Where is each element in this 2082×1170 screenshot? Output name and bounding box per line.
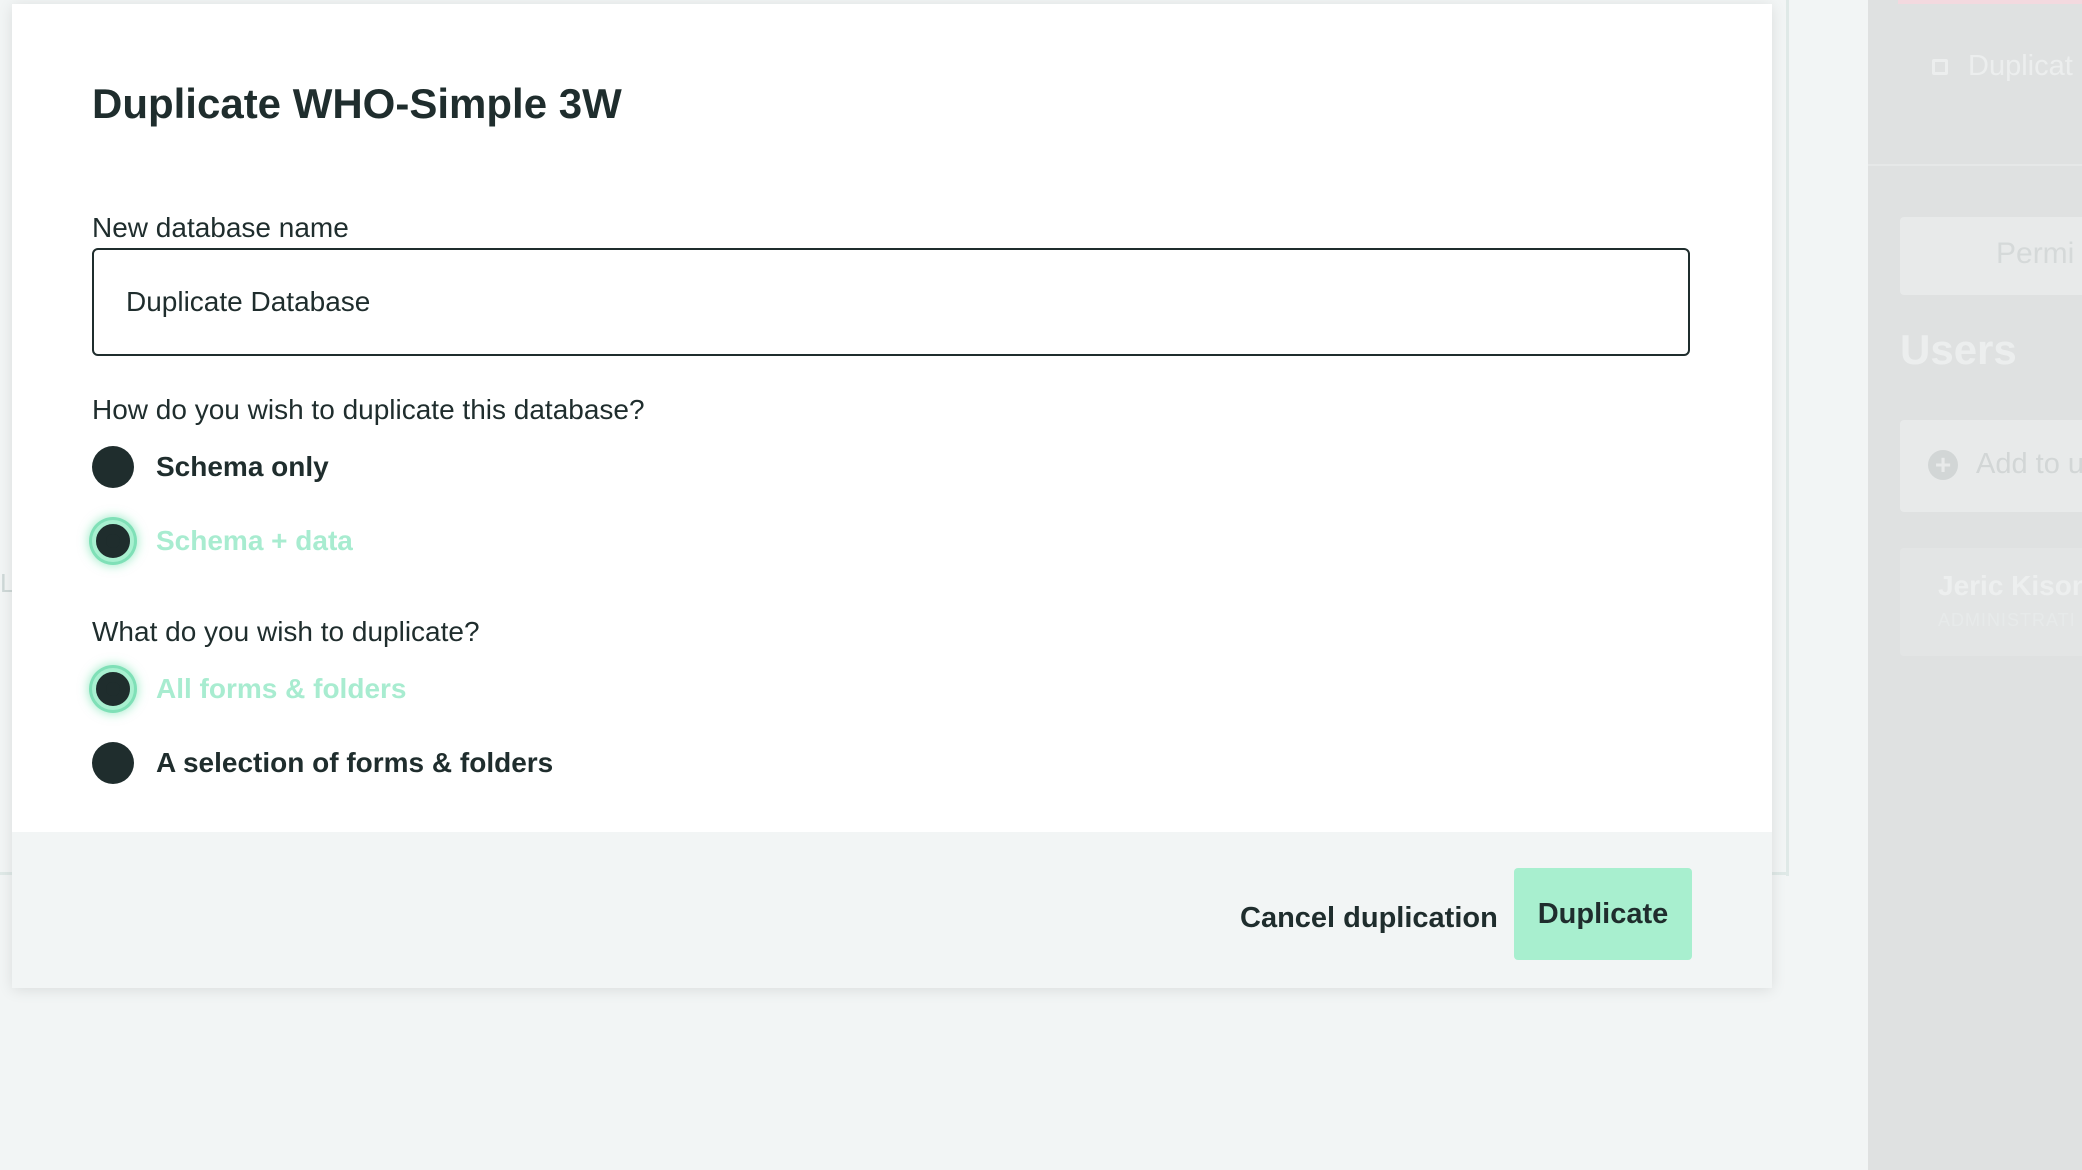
radio-label: Schema only [156,451,329,482]
name-field-label: New database name [92,212,349,243]
radio-selection-forms[interactable]: A selection of forms & folders [92,742,553,784]
radio-label: Schema + data [156,525,353,556]
radio-indicator-selected[interactable] [92,668,134,710]
radio-schema-only[interactable]: Schema only [92,446,329,488]
radio-label: All forms & folders [156,673,407,704]
scope-question: What do you wish to duplicate? [92,616,480,647]
duplicate-dialog: Duplicate WHO-Simple 3W New database nam… [12,4,1772,988]
side-panel: Duplicat Permi Users + Add to u Jeric Ki… [1868,0,2082,1170]
mode-question: How do you wish to duplicate this databa… [92,394,645,425]
user-name: Jeric Kison [1938,570,2082,601]
dialog-title: Duplicate WHO-Simple 3W [92,80,622,127]
side-top-strip [1898,0,2082,4]
side-divider [1868,164,2082,166]
cancel-duplication-button[interactable]: Cancel duplication [1216,872,1522,964]
user-card: Jeric Kison ADMINISTRATI [1900,548,2082,656]
radio-schema-data[interactable]: Schema + data [92,520,353,562]
radio-indicator[interactable] [92,446,134,488]
duplicate-button[interactable]: Duplicate [1514,868,1692,960]
background-border-right [1786,0,1789,876]
user-role: ADMINISTRATI [1938,610,2076,630]
add-user-button: + Add to u [1900,420,2082,512]
radio-label: A selection of forms & folders [156,747,554,778]
side-duplicate-link: Duplicat [1932,50,2073,83]
radio-indicator-selected[interactable] [92,520,134,562]
dialog-footer: Cancel duplication Duplicate [12,832,1772,988]
tab-permissions: Permi [1900,217,2082,295]
database-name-input[interactable] [92,248,1690,356]
users-heading: Users [1900,326,2017,373]
radio-indicator[interactable] [92,742,134,784]
copy-icon [1932,58,1948,75]
radio-all-forms[interactable]: All forms & folders [92,668,406,710]
add-user-label: Add to u [1976,448,2082,480]
tab-permissions-label: Permi [1996,237,2075,270]
side-duplicate-label: Duplicat [1968,50,2073,82]
plus-circle-icon: + [1928,450,1958,480]
